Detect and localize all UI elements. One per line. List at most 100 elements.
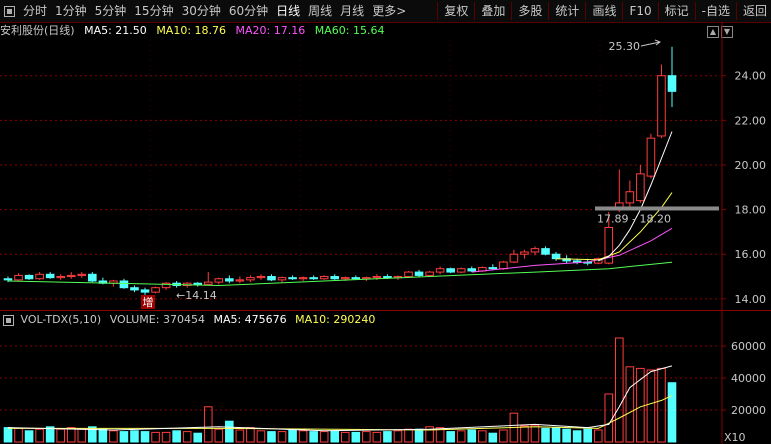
candle-body[interactable] [636, 173, 645, 202]
volume-bar[interactable] [499, 429, 508, 443]
volume-bar[interactable] [14, 427, 23, 443]
candle-body[interactable] [256, 276, 266, 279]
volume-bar[interactable] [151, 431, 160, 443]
candle-body[interactable] [130, 287, 139, 291]
volume-bar[interactable] [98, 428, 108, 443]
candle-body[interactable] [530, 248, 540, 253]
volume-bar[interactable] [467, 429, 477, 443]
volume-bar[interactable] [161, 431, 171, 443]
candle-body[interactable] [657, 75, 666, 137]
candle-body[interactable] [499, 261, 508, 270]
candle-body[interactable] [14, 274, 23, 281]
volume-bar[interactable] [130, 430, 139, 443]
candle-body[interactable] [520, 251, 529, 255]
candle-body[interactable] [298, 277, 308, 280]
volume-bar[interactable] [140, 431, 150, 443]
volume-bar[interactable] [446, 431, 455, 443]
volume-bar[interactable] [477, 430, 487, 443]
volume-bar[interactable] [225, 420, 234, 443]
candle-body[interactable] [319, 276, 329, 280]
candle-body[interactable] [541, 248, 550, 255]
volume-bar[interactable] [541, 427, 550, 443]
candle-body[interactable] [267, 276, 276, 281]
volume-bar[interactable] [35, 428, 44, 443]
volume-bar[interactable] [551, 427, 561, 443]
candle-body[interactable] [119, 280, 129, 289]
volume-bar[interactable] [372, 431, 382, 443]
volume-bar[interactable] [214, 428, 224, 443]
volume-bar[interactable] [330, 430, 340, 443]
volume-bar[interactable] [56, 428, 65, 443]
candle-body[interactable] [372, 276, 382, 279]
volume-bar[interactable] [319, 431, 329, 443]
volume-bar[interactable] [267, 431, 276, 443]
volume-bar[interactable] [235, 429, 245, 443]
volume-bar[interactable] [66, 427, 76, 443]
candle-body[interactable] [203, 281, 213, 285]
candle-body[interactable] [435, 268, 445, 273]
volume-bar[interactable] [625, 366, 635, 443]
candle-body[interactable] [551, 253, 561, 260]
volume-bar[interactable] [182, 431, 192, 443]
volume-bar[interactable] [77, 428, 87, 443]
volume-bar[interactable] [393, 430, 403, 443]
candle-body[interactable] [24, 274, 34, 280]
volume-bar[interactable] [288, 429, 297, 443]
volume-bar[interactable] [119, 431, 129, 443]
volume-bar[interactable] [277, 431, 287, 443]
volume-bar[interactable] [404, 428, 413, 443]
candle-body[interactable] [246, 277, 255, 281]
volume-bar[interactable] [615, 337, 624, 443]
candle-body[interactable] [572, 260, 582, 263]
volume-bar[interactable] [488, 432, 498, 443]
candle-body[interactable] [383, 276, 392, 279]
candle-body[interactable] [425, 271, 434, 276]
candle-body[interactable] [414, 271, 424, 276]
candle-body[interactable] [446, 268, 455, 273]
candle-body[interactable] [277, 277, 287, 281]
candle-body[interactable] [45, 273, 55, 279]
volume-bar[interactable] [562, 428, 571, 443]
volume-bar[interactable] [298, 430, 308, 443]
volume-bar[interactable] [256, 430, 266, 443]
volume-bar[interactable] [572, 430, 582, 443]
volume-bar[interactable] [456, 430, 466, 443]
candle-body[interactable] [193, 282, 203, 285]
volume-bar[interactable] [109, 430, 118, 443]
candle-body[interactable] [351, 277, 361, 280]
candle-body[interactable] [151, 287, 160, 293]
volume-bar[interactable] [340, 431, 350, 443]
candle-body[interactable] [340, 277, 350, 280]
candle-body[interactable] [404, 271, 413, 278]
volume-bar[interactable] [593, 429, 603, 443]
volume-bar[interactable] [414, 428, 424, 443]
volume-bar[interactable] [667, 382, 677, 443]
volume-bar[interactable] [203, 406, 213, 443]
candle-body[interactable] [66, 274, 76, 278]
volume-bar[interactable] [193, 432, 203, 443]
candle-body[interactable] [35, 273, 44, 280]
candle-body[interactable] [288, 277, 297, 280]
candle-body[interactable] [467, 268, 477, 272]
candle-body[interactable] [456, 268, 466, 273]
volume-bar[interactable] [530, 424, 540, 443]
volume-bar[interactable] [520, 425, 529, 443]
candle-body[interactable] [140, 289, 150, 293]
volume-bar[interactable] [604, 393, 614, 443]
candle-body[interactable] [214, 278, 224, 283]
volume-bar[interactable] [351, 431, 361, 443]
volume-bar[interactable] [246, 427, 255, 443]
candle-body[interactable] [309, 277, 318, 280]
volume-bar[interactable] [657, 367, 666, 443]
candle-body[interactable] [509, 253, 519, 263]
candle-body[interactable] [488, 267, 498, 270]
candle-body[interactable] [77, 273, 87, 276]
volume-bar[interactable] [362, 431, 371, 443]
candle-body[interactable] [235, 279, 245, 282]
candle-body[interactable] [330, 276, 340, 280]
volume-bar[interactable] [646, 369, 656, 443]
candle-body[interactable] [56, 276, 65, 279]
candle-body[interactable] [646, 137, 656, 177]
volume-bar[interactable] [24, 430, 34, 443]
candle-body[interactable] [225, 278, 234, 282]
